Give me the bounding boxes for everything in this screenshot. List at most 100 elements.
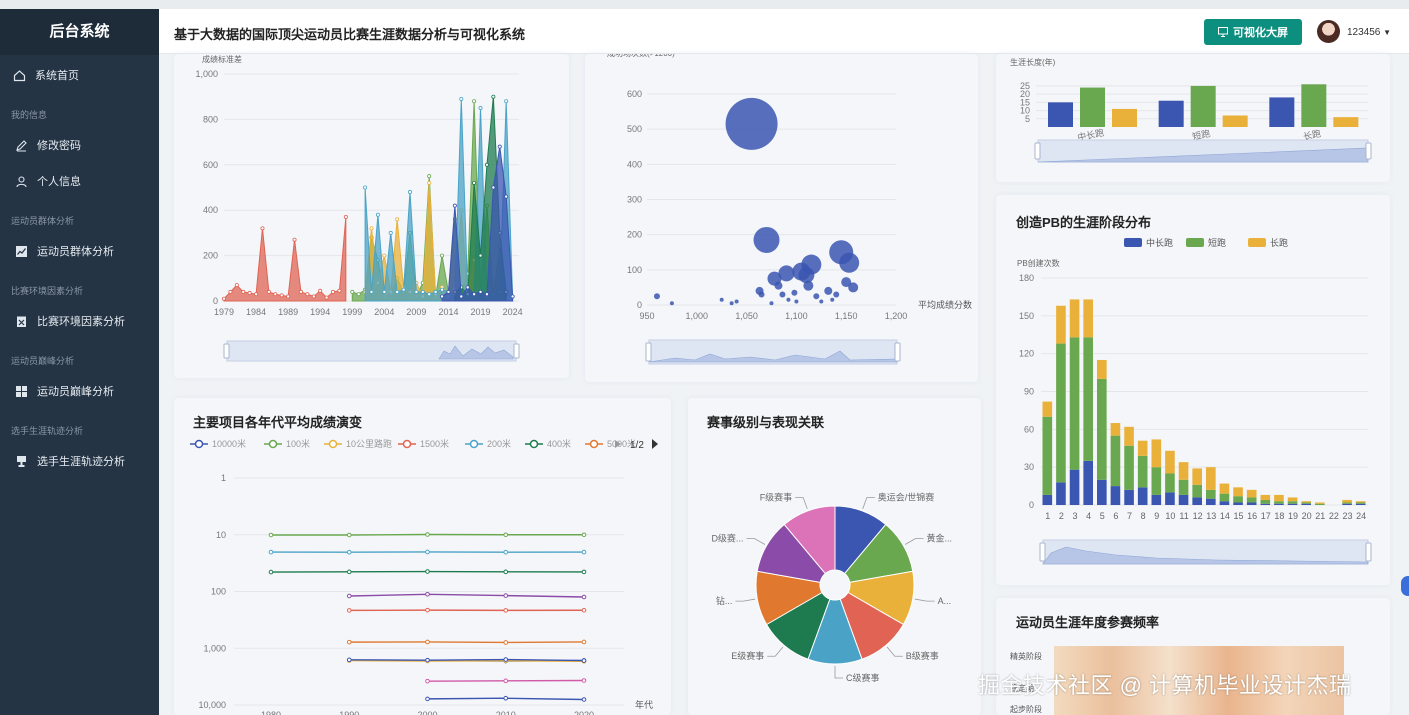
sidebar-item-home[interactable]: 系统首页 (0, 57, 159, 93)
data-point (433, 289, 438, 294)
data-point (503, 695, 509, 701)
data-point (504, 194, 509, 199)
bubble-point (833, 291, 840, 298)
bar (1048, 102, 1073, 127)
data-point (478, 253, 483, 258)
y-tick-label: 180 (1019, 273, 1034, 283)
stacked-bar (1342, 503, 1352, 505)
x-tick-label: 950 (639, 311, 654, 321)
sidebar-item-change-password[interactable]: 修改密码 (0, 127, 159, 163)
stacked-bar (1110, 486, 1121, 505)
float-scroll-button[interactable] (1401, 576, 1409, 596)
legend-label: 100米 (286, 438, 310, 449)
data-point (581, 639, 587, 645)
data-point (346, 608, 352, 613)
bubble-point (769, 301, 774, 306)
y-axis-label: PB创建次数 (1017, 258, 1060, 268)
stacked-bar (1192, 484, 1202, 498)
big-screen-button[interactable]: 可视化大屏 (1204, 19, 1302, 45)
x-tick-label: 1,000 (686, 311, 709, 321)
legend-label: 中长跑 (1146, 237, 1173, 248)
data-point (510, 294, 515, 299)
data-point (254, 292, 259, 297)
avatar[interactable] (1317, 20, 1340, 43)
stacked-bar (1097, 378, 1107, 480)
top-header: 基于大数据的国际顶尖运动员比赛生涯数据分析与可视化系统 可视化大屏 123456… (159, 9, 1409, 54)
stacked-bar (1151, 439, 1162, 468)
legend-swatch (1186, 238, 1204, 247)
y-tick-label: 120 (1019, 349, 1034, 359)
data-point (369, 226, 374, 231)
stacked-bar (1206, 489, 1216, 499)
x-tick-label: 22 (1329, 511, 1339, 521)
y-tick-label: 400 (627, 159, 642, 169)
stacked-bar (1219, 501, 1230, 505)
stacked-bar (1178, 462, 1189, 480)
trophy-icon (14, 454, 28, 468)
watermark: 掘金技术社区 @ 计算机毕业设计杰瑞 (978, 673, 1352, 698)
data-point (478, 289, 483, 294)
sidebar-item-population-analysis[interactable]: 运动员群体分析 (0, 233, 159, 269)
x-tick-label: 1994 (310, 307, 330, 317)
data-point (375, 212, 380, 217)
y-tick-label: 100 (211, 587, 226, 597)
chart-pb-stage: 中长跑 短跑 长跑PB创建次数03060901201501801 2 3 4 5 6 7 8 9 10… (1017, 237, 1372, 565)
bar (1112, 108, 1137, 127)
x-tick-label: 1,200 (885, 311, 908, 321)
monitor-icon (1218, 27, 1228, 37)
pie-label-line (834, 666, 843, 679)
stacked-bar (1178, 479, 1189, 495)
bubble-point (725, 97, 778, 150)
sidebar-group-title: 比赛环境因素分析 (11, 286, 84, 296)
zoom-handle-left (223, 343, 230, 359)
x-tick-label: 11 (1179, 511, 1188, 521)
x-tick-label: 1990 (339, 710, 359, 715)
x-tick-label: 15 (1234, 511, 1244, 521)
bubble-point (669, 301, 674, 306)
y-axis-label: 生涯长度(年) (1010, 57, 1056, 67)
stacked-bar (1069, 337, 1080, 470)
data-point (382, 253, 387, 258)
x-tick-label: 2009 (406, 307, 426, 317)
pie-label-line (795, 497, 808, 510)
stacked-bar (1246, 497, 1257, 503)
username[interactable]: 123456 ▼ (1347, 27, 1391, 38)
stacked-bar (1165, 492, 1175, 505)
panel-std-deviation: 成绩标准差 0 200 400 600 800 1,000 1979 1984 1989 1994 1… (174, 54, 569, 378)
stacked-bar (1151, 467, 1162, 495)
zoom-handle-left (1034, 142, 1041, 160)
stacked-bar (1342, 502, 1352, 504)
pie-label-line (735, 598, 756, 602)
data-point (459, 96, 464, 101)
legend-marker (529, 439, 539, 449)
y-tick-label: 200 (627, 230, 642, 240)
stacked-bar (1315, 503, 1325, 505)
data-point (503, 549, 509, 555)
bubble-point (839, 252, 860, 273)
sidebar-item-personal-info[interactable]: 个人信息 (0, 163, 159, 199)
data-point (234, 283, 239, 288)
data-point (503, 640, 509, 645)
stacked-bar (1056, 482, 1066, 505)
stacked-bar (1260, 499, 1271, 504)
data-point (268, 569, 274, 575)
big-screen-label: 可视化大屏 (1233, 27, 1288, 39)
legend-marker (194, 439, 204, 449)
x-tick-label: 19 (1288, 511, 1298, 521)
data-point (427, 180, 432, 185)
sidebar-item-environment-analysis[interactable]: 比赛环境因素分析 (0, 303, 159, 339)
home-icon (12, 68, 26, 82)
legend-marker (402, 439, 412, 449)
legend-marker (328, 439, 338, 449)
stacked-bar (1219, 493, 1230, 502)
data-point (427, 174, 432, 179)
pie-label: C级赛事 (846, 672, 880, 683)
y-tick-label: 100 (627, 265, 642, 275)
bubble-point (801, 254, 822, 275)
username-text: 123456 (1347, 27, 1381, 38)
y-tick-label: 600 (203, 160, 218, 170)
stacked-bar (1124, 426, 1134, 446)
sidebar-item-trajectory-analysis[interactable]: 选手生涯轨迹分析 (0, 443, 159, 479)
pie-label: D级赛... (711, 533, 743, 544)
sidebar-item-peak-analysis[interactable]: 运动员巅峰分析 (0, 373, 159, 409)
